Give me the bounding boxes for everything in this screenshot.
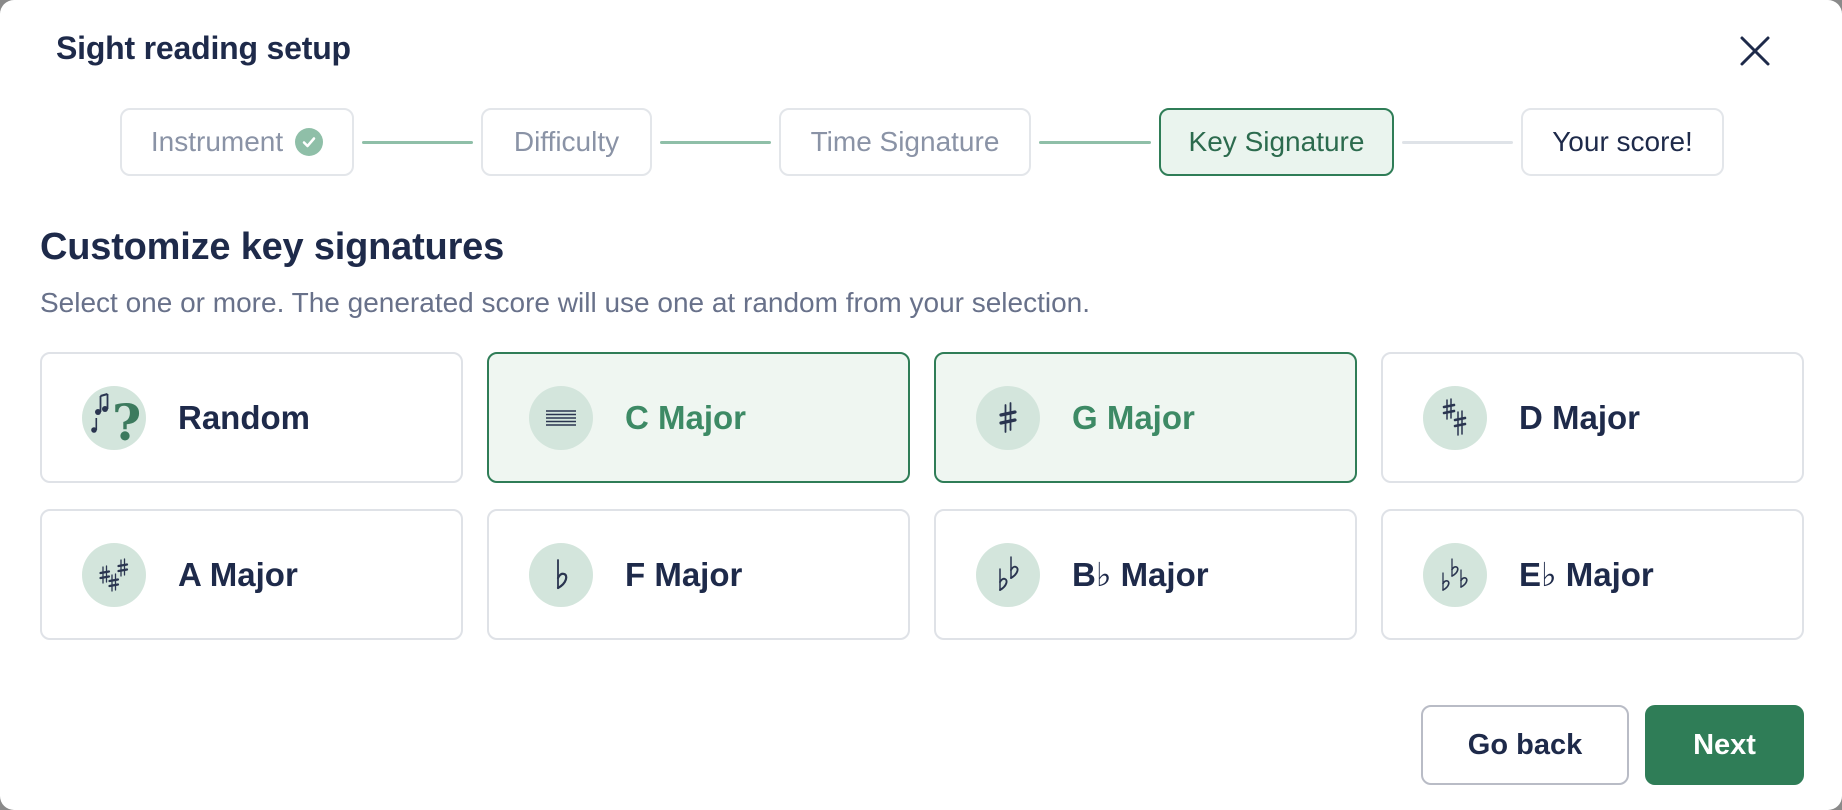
key-option-label: E♭ Major [1519,556,1654,593]
step-instrument[interactable]: Instrument [120,108,354,176]
two-flats-icon [976,543,1040,607]
step-your-score[interactable]: Your score! [1521,108,1724,176]
step-label: Difficulty [513,126,620,157]
step-time-signature[interactable]: Time Signature [779,108,1031,176]
key-option-c-major[interactable]: C Major [487,352,910,483]
staff-no-accidentals-icon [529,386,593,450]
section-title: Customize key signatures [40,226,505,268]
one-sharp-icon [976,386,1040,450]
key-option-random[interactable]: ? Random [40,352,463,483]
three-flats-icon [1423,543,1487,607]
key-option-a-major[interactable]: A Major [40,509,463,640]
key-option-label: D Major [1519,398,1641,436]
check-circle-icon [295,128,324,156]
key-option-b-flat-major[interactable]: B♭ Major [934,509,1357,640]
next-button[interactable]: Next [1645,705,1804,785]
random-question-notes-icon: ? [82,386,146,450]
step-difficulty[interactable]: Difficulty [481,108,652,176]
two-sharps-icon [1423,386,1487,450]
key-option-label: Random [178,398,310,436]
step-connector [362,141,473,144]
key-option-f-major[interactable]: F Major [487,509,910,640]
step-connector [1402,141,1513,144]
key-option-d-major[interactable]: D Major [1381,352,1804,483]
key-option-e-flat-major[interactable]: E♭ Major [1381,509,1804,640]
step-connector [1039,141,1151,144]
close-button[interactable] [1730,26,1780,76]
svg-text:?: ? [112,393,141,450]
step-key-signature[interactable]: Key Signature [1159,108,1394,176]
step-label: Time Signature [810,126,1000,157]
key-option-label: B♭ Major [1072,556,1209,593]
go-back-button[interactable]: Go back [1421,705,1629,785]
dialog-title: Sight reading setup [56,30,351,66]
key-option-g-major[interactable]: G Major [934,352,1357,483]
step-label: Your score! [1552,126,1693,157]
one-flat-icon [529,543,593,607]
section-subtitle: Select one or more. The generated score … [40,287,1091,318]
key-option-label: A Major [178,555,298,593]
key-option-label: G Major [1072,398,1195,436]
setup-dialog: Sight reading setup Instrument Difficult… [0,0,1842,810]
close-icon [1740,36,1770,66]
three-sharps-icon [82,543,146,607]
step-label: Key Signature [1188,126,1365,157]
key-option-label: F Major [625,555,743,593]
progress-stepper: Instrument Difficulty Time Signature Key… [0,108,1842,176]
step-connector [660,141,771,144]
step-label: Instrument [150,126,284,157]
key-option-label: C Major [625,398,747,436]
